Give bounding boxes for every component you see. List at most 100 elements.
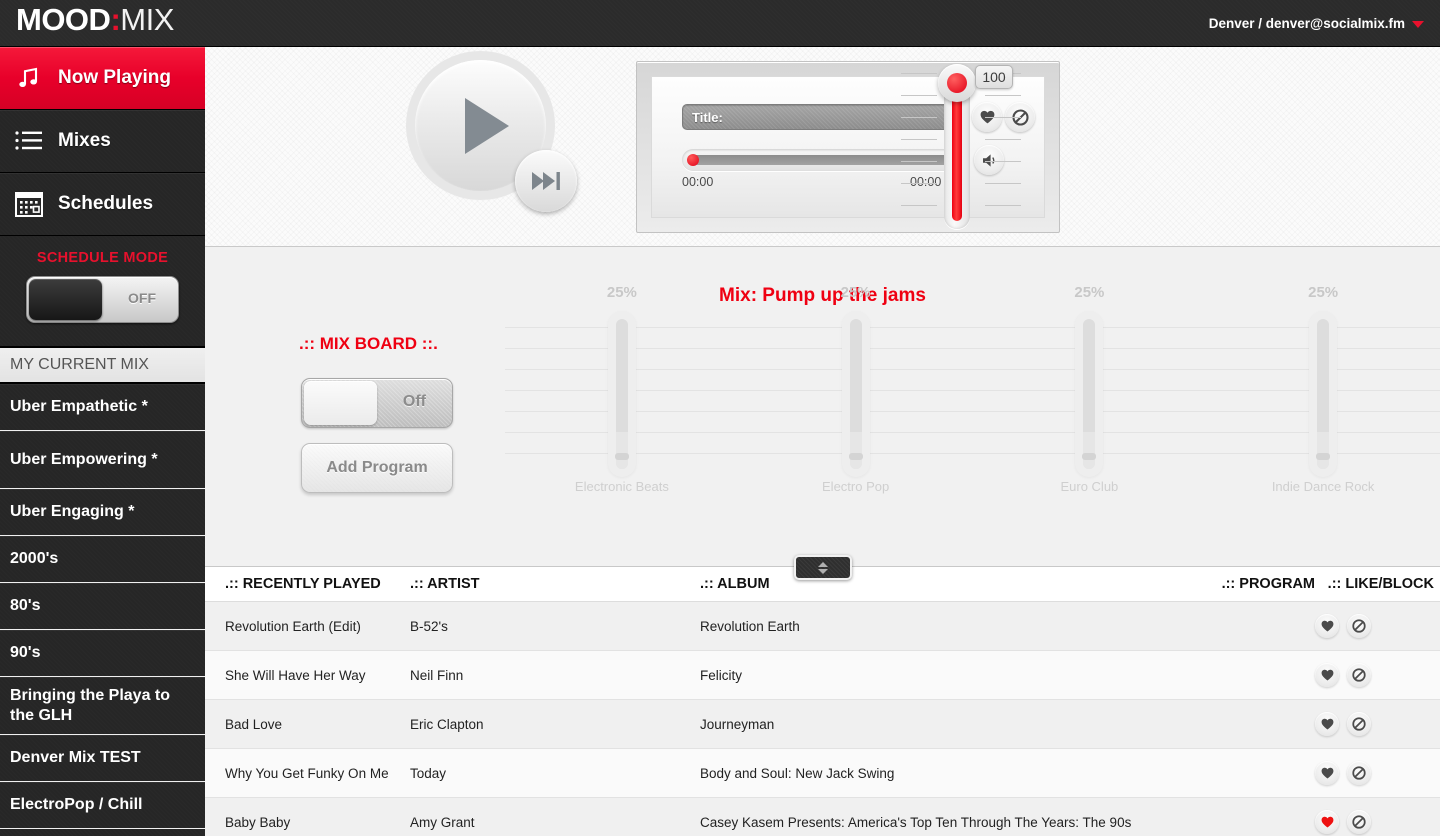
play-icon: [464, 97, 509, 154]
fader-handle[interactable]: [1082, 453, 1097, 460]
cell-program: [1220, 748, 1315, 798]
current-mix-header: MY CURRENT MIX: [0, 348, 205, 384]
fader-bar: [849, 319, 862, 469]
table-row[interactable]: Why You Get Funky On Me Today Body and S…: [205, 748, 1440, 798]
heart-icon: [1321, 620, 1333, 632]
add-program-button[interactable]: Add Program: [301, 443, 453, 493]
sidebar-item-schedules[interactable]: Schedules: [0, 173, 205, 236]
fader-group: 25% Electronic Beats 25% Electro Pop 25%…: [505, 267, 1440, 557]
fader-percent: 25%: [1308, 284, 1339, 301]
fader-label: Electronic Beats: [574, 479, 669, 494]
cell-album: Revolution Earth: [700, 601, 1220, 651]
col-header-program[interactable]: .:: PROGRAM: [1220, 567, 1315, 602]
like-button[interactable]: [1315, 761, 1339, 785]
col-header-album[interactable]: .:: ALBUM: [700, 567, 1220, 602]
block-button[interactable]: [1347, 614, 1371, 638]
fader-fill: [849, 431, 862, 469]
mix-list-item[interactable]: Uber Empowering *: [0, 431, 205, 489]
fader-euro-club[interactable]: 25% Euro Club: [972, 267, 1207, 557]
fader-handle[interactable]: [614, 453, 629, 460]
like-button[interactable]: [1315, 614, 1339, 638]
table-row[interactable]: Revolution Earth (Edit) B-52's Revolutio…: [205, 601, 1440, 651]
top-bar: MOOD:MIX Denver / denver@socialmix.fm: [0, 0, 1440, 47]
toggle-knob: [304, 381, 377, 425]
table-row[interactable]: Baby Baby Amy Grant Casey Kasem Presents…: [205, 797, 1440, 836]
fader-bar: [615, 319, 628, 469]
block-button[interactable]: [1347, 663, 1371, 687]
cell-program: [1220, 650, 1315, 700]
like-button[interactable]: [1315, 663, 1339, 687]
logo-colon: :: [110, 2, 121, 37]
fader-electronic-beats[interactable]: 25% Electronic Beats: [505, 267, 739, 557]
fader-indie-dance-rock[interactable]: 25% Indie Dance Rock: [1206, 267, 1440, 557]
mix-board-toggle[interactable]: Off: [301, 378, 453, 428]
sidebar-item-now-playing[interactable]: Now Playing: [0, 47, 205, 110]
heart-icon: [1321, 767, 1333, 779]
music-note-icon: [14, 63, 44, 93]
skip-forward-button[interactable]: [515, 150, 577, 212]
mix-board-toggle-label: Off: [402, 393, 426, 410]
chevron-up-icon: [817, 561, 828, 567]
player-bar: Title: 00:00 00:00 100: [205, 47, 1440, 247]
recently-played-table: .:: RECENTLY PLAYED .:: ARTIST .:: ALBUM…: [205, 567, 1440, 836]
sidebar-item-mixes[interactable]: Mixes: [0, 110, 205, 173]
block-button[interactable]: [1347, 761, 1371, 785]
cell-like-block: [1315, 797, 1440, 836]
sidebar-item-label: Schedules: [58, 193, 154, 214]
mix-list-item[interactable]: 80's: [0, 583, 205, 630]
cell-track: Baby Baby: [205, 797, 410, 836]
schedule-mode-toggle[interactable]: OFF: [26, 276, 179, 323]
mix-list-item[interactable]: Bringing the Playa to the GLH: [0, 677, 205, 735]
mix-list-item[interactable]: Denver Mix TEST: [0, 735, 205, 782]
mix-board-label: .:: MIX BOARD ::.: [299, 334, 438, 353]
mix-list-item[interactable]: 90's: [0, 630, 205, 677]
cell-artist: Amy Grant: [410, 797, 700, 836]
logo-part2: MIX: [120, 2, 174, 37]
block-button[interactable]: [1347, 810, 1371, 834]
fader-handle[interactable]: [848, 453, 863, 460]
cell-like-block: [1315, 601, 1440, 651]
volume-handle[interactable]: [938, 64, 976, 102]
like-button[interactable]: [1315, 712, 1339, 736]
user-label: Denver / denver@socialmix.fm: [1208, 16, 1405, 31]
mix-list-item[interactable]: ElectroPop / Chill: [0, 782, 205, 829]
sidebar-item-label: Now Playing: [58, 67, 171, 88]
main-content: Title: 00:00 00:00 100 Mix: Pump up the …: [205, 47, 1440, 836]
block-icon: [1352, 815, 1366, 829]
schedule-mode-section: SCHEDULE MODE OFF: [0, 236, 205, 348]
heart-icon: [1321, 816, 1333, 828]
cell-artist: B-52's: [410, 601, 700, 651]
cell-program: [1220, 797, 1315, 836]
mix-list-item[interactable]: 2000's: [0, 536, 205, 583]
block-icon: [1352, 766, 1366, 780]
fader-fill: [615, 431, 628, 469]
col-header-track[interactable]: .:: RECENTLY PLAYED: [205, 567, 410, 602]
volume-ticks-left: [901, 73, 937, 227]
user-menu[interactable]: Denver / denver@socialmix.fm: [1209, 16, 1424, 31]
cell-album: Body and Soul: New Jack Swing: [700, 748, 1220, 798]
mix-list-item[interactable]: Uber Empathetic *: [0, 384, 205, 431]
like-button[interactable]: [1315, 810, 1339, 834]
block-icon: [1352, 717, 1366, 731]
toggle-state-label: OFF: [128, 290, 156, 306]
volume-ticks-right: [985, 73, 1021, 227]
cell-artist: Today: [410, 748, 700, 798]
col-header-likeblock[interactable]: .:: LIKE/BLOCK: [1315, 567, 1440, 602]
collapse-handle[interactable]: [793, 555, 852, 580]
volume-slider[interactable]: 100: [891, 53, 1031, 243]
volume-value-badge: 100: [975, 65, 1013, 89]
seek-handle[interactable]: [687, 154, 699, 166]
mix-list-item[interactable]: Uber Engaging *: [0, 489, 205, 536]
cell-album: Casey Kasem Presents: America's Top Ten …: [700, 797, 1220, 836]
fader-bar: [1083, 319, 1096, 469]
fader-electro-pop[interactable]: 25% Electro Pop: [738, 267, 973, 557]
block-button[interactable]: [1347, 712, 1371, 736]
app-logo: MOOD:MIX: [16, 2, 174, 38]
cell-track: She Will Have Her Way: [205, 650, 410, 700]
table-row[interactable]: She Will Have Her Way Neil Finn Felicity: [205, 650, 1440, 700]
table-row[interactable]: Bad Love Eric Clapton Journeyman: [205, 699, 1440, 749]
cell-artist: Eric Clapton: [410, 699, 700, 749]
fader-handle[interactable]: [1316, 453, 1331, 460]
cell-like-block: [1315, 748, 1440, 798]
col-header-artist[interactable]: .:: ARTIST: [410, 567, 700, 602]
